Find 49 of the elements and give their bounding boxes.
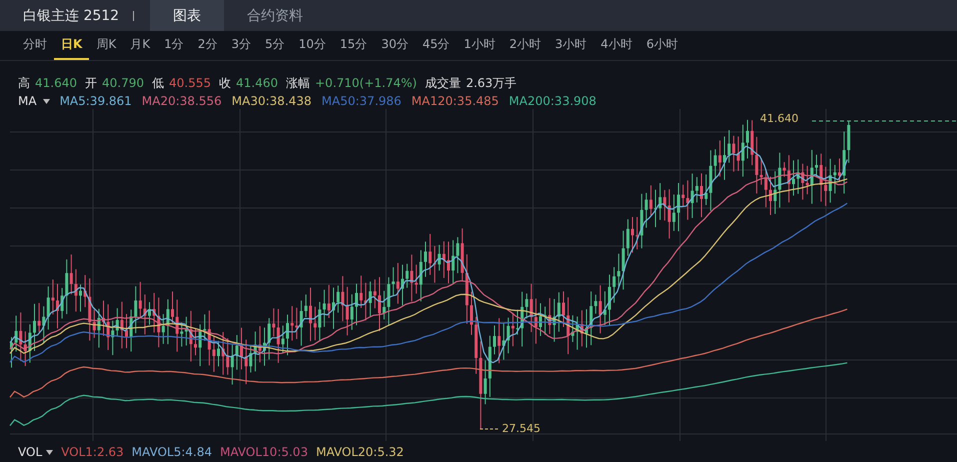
period-tab[interactable]: 1分 bbox=[157, 31, 191, 60]
low-price-label: 27.545 bbox=[502, 422, 540, 435]
period-tab[interactable]: 3分 bbox=[224, 31, 258, 60]
period-tab[interactable]: 5分 bbox=[258, 31, 292, 60]
volume-value: VOL1:2.63 bbox=[61, 445, 124, 459]
period-tab[interactable]: 30分 bbox=[374, 31, 416, 60]
quote-label: 成交量 bbox=[424, 74, 461, 92]
period-tab[interactable]: 15分 bbox=[332, 31, 374, 60]
quote-value: 40.555 bbox=[169, 76, 211, 90]
period-tab[interactable]: 日K bbox=[54, 31, 90, 60]
volume-selector[interactable]: VOL bbox=[18, 445, 42, 459]
quote-label: 低 bbox=[152, 74, 164, 92]
period-tab[interactable]: 45分 bbox=[415, 31, 457, 60]
dropdown-caret-icon[interactable] bbox=[42, 98, 50, 104]
period-tab[interactable]: 2小时 bbox=[502, 31, 548, 60]
period-tab[interactable]: 10分 bbox=[292, 31, 333, 60]
ma-value: MA20:38.556 bbox=[142, 94, 222, 108]
quote-label: 涨幅 bbox=[286, 74, 310, 92]
quote-label: 收 bbox=[219, 74, 231, 92]
low-price-line bbox=[480, 428, 500, 430]
indicator-selector[interactable]: MA bbox=[18, 94, 37, 108]
period-tab[interactable]: 2分 bbox=[190, 31, 224, 60]
volume-value: MAVOL20:5.32 bbox=[316, 445, 404, 459]
volume-value: MAVOL5:4.84 bbox=[132, 445, 212, 459]
quote-value: 41.640 bbox=[35, 76, 77, 90]
volume-value: MAVOL10:5.03 bbox=[220, 445, 308, 459]
quote-value: 40.790 bbox=[102, 76, 144, 90]
dropdown-caret-icon[interactable] bbox=[46, 450, 54, 454]
period-tab[interactable]: 4小时 bbox=[594, 31, 640, 60]
period-tab[interactable]: 6小时 bbox=[639, 31, 685, 60]
ma-value: MA200:33.908 bbox=[508, 94, 596, 108]
quote-value: 41.460 bbox=[236, 76, 278, 90]
quote-value: 2.63万手 bbox=[466, 74, 517, 92]
view-tab[interactable]: 图表 bbox=[150, 0, 224, 31]
quote-label: 开 bbox=[85, 74, 97, 92]
period-tab[interactable]: 周K bbox=[89, 31, 124, 60]
view-tab[interactable]: 合约资料 bbox=[224, 0, 326, 31]
period-tab[interactable]: 3小时 bbox=[548, 31, 594, 60]
period-tab[interactable]: 月K bbox=[123, 31, 158, 60]
quote-value: +0.710(+1.74%) bbox=[315, 76, 417, 90]
ma-value: MA30:38.438 bbox=[232, 94, 312, 108]
ma-value: MA50:37.986 bbox=[322, 94, 402, 108]
ma-value: MA5:39.861 bbox=[60, 94, 132, 108]
ma-value: MA120:35.485 bbox=[411, 94, 499, 108]
quote-label: 高 bbox=[18, 74, 30, 92]
high-price-label: 41.640 bbox=[760, 112, 798, 125]
period-tab[interactable]: 分时 bbox=[16, 31, 54, 60]
contract-title: 白银主连 2512 bbox=[22, 6, 120, 26]
period-tab[interactable]: 1小时 bbox=[456, 31, 502, 60]
